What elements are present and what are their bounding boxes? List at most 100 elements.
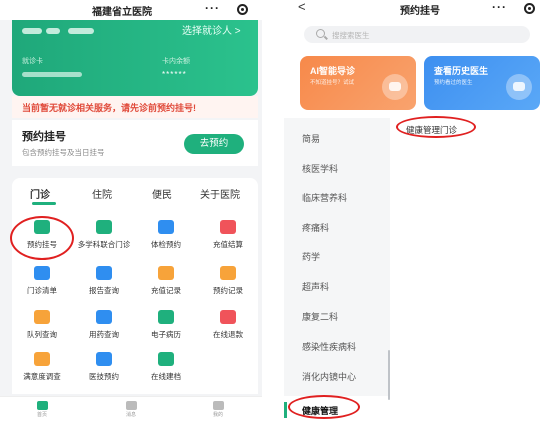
balance-label: 卡内余额 <box>162 58 190 65</box>
service-item[interactable]: 预约记录 <box>198 264 258 304</box>
nav-item[interactable]: 消息 <box>116 399 146 418</box>
service-item[interactable]: 充值记录 <box>136 264 196 304</box>
service-tabs: 门诊 住院 便民 关于医院 <box>12 178 258 208</box>
service-item[interactable]: 体检预约 <box>136 218 196 258</box>
service-item[interactable]: 在线退款 <box>198 308 258 348</box>
balance-value: ****** <box>162 70 187 79</box>
service-item[interactable]: 在线建档 <box>136 350 196 390</box>
appointment-subtitle: 包含预约挂号及当日挂号 <box>22 148 105 157</box>
left-phone-screen: 福建省立医院 ··· 选择就诊人 > 就诊卡 卡内余额 ****** 当前暂无就… <box>0 0 262 424</box>
service-item[interactable]: 门诊清单 <box>12 264 72 304</box>
tab-about-hospital[interactable]: 关于医院 <box>200 186 240 201</box>
service-label: 队列查询 <box>27 330 57 339</box>
record-icon <box>158 310 174 324</box>
service-item[interactable]: 充值结算 <box>198 218 258 258</box>
target-icon[interactable] <box>524 3 535 14</box>
page-title: 预约挂号 <box>400 6 440 17</box>
target-icon[interactable] <box>237 4 248 15</box>
service-label: 在线建档 <box>151 372 181 381</box>
department-item[interactable]: 临床营养科 <box>302 191 347 204</box>
nav-label: 首页 <box>36 412 47 418</box>
department-item[interactable]: 核医学科 <box>302 162 338 175</box>
refund-icon <box>220 310 236 324</box>
department-item[interactable]: 康复二科 <box>302 310 338 323</box>
search-doctor-input[interactable]: 搜搜索医生 <box>304 26 530 43</box>
message-icon <box>125 401 137 410</box>
department-item[interactable]: 消化内镜中心 <box>302 370 356 383</box>
search-icon <box>316 29 325 38</box>
service-label: 电子病历 <box>151 330 181 339</box>
survey-icon <box>34 352 50 366</box>
service-item[interactable]: 报告查询 <box>74 264 134 304</box>
nav-label: 消息 <box>125 412 136 418</box>
appointment-section: 预约挂号 包含预约挂号及当日挂号 去预约 <box>12 120 258 166</box>
back-icon[interactable]: < <box>298 0 306 14</box>
go-appointment-button[interactable]: 去预约 <box>184 134 244 154</box>
department-item[interactable]: 药学 <box>302 250 320 263</box>
blurred-patient-name <box>46 28 60 34</box>
service-label: 充值记录 <box>151 286 181 295</box>
department-item[interactable]: 简易 <box>302 132 320 145</box>
promo-title: 查看历史医生 <box>434 66 489 76</box>
service-item[interactable]: 多学科联合门诊 <box>74 218 134 258</box>
service-item[interactable]: 医技预约 <box>74 350 134 390</box>
nav-item[interactable]: 首页 <box>27 399 57 418</box>
service-item[interactable]: 满意度调查 <box>12 350 72 390</box>
blurred-patient-name <box>22 28 42 34</box>
right-header: < 预约挂号 ··· <box>284 0 550 18</box>
robot-icon <box>506 74 532 100</box>
blurred-card-number <box>22 72 82 77</box>
wallet-icon <box>220 220 236 234</box>
history-doctor-card[interactable]: 查看历史医生 预约看过的医生 <box>424 56 540 110</box>
service-item[interactable]: 电子病历 <box>136 308 196 348</box>
tab-convenience[interactable]: 便民 <box>152 186 172 201</box>
service-label: 用药查询 <box>89 330 119 339</box>
department-item[interactable]: 感染性疾病科 <box>302 340 356 353</box>
patient-card[interactable]: 选择就诊人 > 就诊卡 卡内余额 ****** <box>12 20 258 96</box>
department-item[interactable]: 疼痛科 <box>302 221 329 234</box>
highlight-circle <box>10 216 74 260</box>
service-item[interactable]: 用药查询 <box>74 308 134 348</box>
service-label: 在线退款 <box>213 330 243 339</box>
folder-icon <box>220 266 236 280</box>
active-department-indicator <box>284 402 287 418</box>
bottom-navigation: 首页 消息 我的 <box>0 396 262 424</box>
service-label: 预约记录 <box>213 286 243 295</box>
service-label: 充值结算 <box>213 240 243 249</box>
document-icon <box>34 266 50 280</box>
tab-outpatient[interactable]: 门诊 <box>30 186 50 201</box>
promo-subtitle: 预约看过的医生 <box>434 80 473 86</box>
card-label: 就诊卡 <box>22 58 43 65</box>
nav-item[interactable]: 我的 <box>203 399 233 418</box>
more-options-icon[interactable]: ··· <box>492 0 507 14</box>
promo-subtitle: 不知道挂号？试试 <box>310 80 355 86</box>
clipboard-icon <box>158 220 174 234</box>
notice-banner: 当前暂无就诊相关服务，请先诊前预约挂号! <box>12 96 258 118</box>
medical-icon <box>96 352 112 366</box>
hospital-title: 福建省立医院 <box>92 7 152 18</box>
service-label: 多学科联合门诊 <box>77 240 131 249</box>
calendar-check-icon <box>96 220 112 234</box>
blurred-patient-name <box>68 28 94 34</box>
active-tab-indicator <box>32 202 56 205</box>
ai-guide-card[interactable]: AI智能导诊 不知道挂号？试试 <box>300 56 416 110</box>
service-item[interactable]: 队列查询 <box>12 308 72 348</box>
chart-icon <box>96 266 112 280</box>
nav-label: 我的 <box>212 412 223 418</box>
right-phone-screen: < 预约挂号 ··· 搜搜索医生 AI智能导诊 不知道挂号？试试 查看历史医生 … <box>284 0 550 424</box>
highlight-circle <box>288 395 360 419</box>
service-label: 体检预约 <box>151 240 181 249</box>
department-item[interactable]: 超声科 <box>302 280 329 293</box>
more-options-icon[interactable]: ··· <box>205 1 220 15</box>
profile-icon <box>158 352 174 366</box>
highlight-circle <box>396 116 476 138</box>
tab-inpatient[interactable]: 住院 <box>92 186 112 201</box>
user-icon <box>212 401 224 410</box>
department-list: 简易 核医学科 临床营养科 疼痛科 药学 超声科 康复二科 感染性疾病科 消化内镜中心 健康管理 <box>284 118 390 424</box>
service-label: 门诊清单 <box>27 286 57 295</box>
department-scrollbar[interactable] <box>388 350 390 400</box>
hourglass-icon <box>34 310 50 324</box>
service-label: 报告查询 <box>89 286 119 295</box>
home-icon <box>36 401 48 410</box>
select-patient-link[interactable]: 选择就诊人 > <box>182 22 241 37</box>
